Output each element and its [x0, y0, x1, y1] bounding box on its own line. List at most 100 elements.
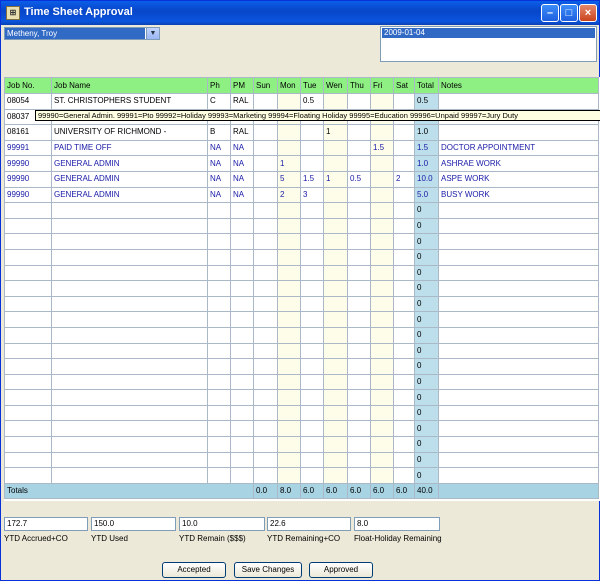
- chevron-down-icon[interactable]: ▼: [146, 28, 159, 39]
- empty-row[interactable]: 0: [4, 295, 599, 313]
- cell-ph[interactable]: [207, 404, 231, 422]
- cell-job[interactable]: 99990: [4, 170, 52, 188]
- cell-total[interactable]: 1.0: [414, 155, 439, 172]
- column-header-mon[interactable]: Mon: [277, 77, 301, 94]
- cell-thu[interactable]: [347, 248, 371, 266]
- cell-notes[interactable]: [438, 217, 599, 235]
- cell-sat[interactable]: [393, 217, 415, 235]
- cell-mon[interactable]: 5: [277, 170, 301, 188]
- cell-fri[interactable]: [370, 326, 394, 344]
- close-button[interactable]: ×: [579, 4, 597, 22]
- cell-fri[interactable]: [370, 264, 394, 282]
- cell-tue[interactable]: [300, 233, 324, 250]
- cell-fri[interactable]: [370, 233, 394, 250]
- empty-row[interactable]: 0: [4, 342, 599, 360]
- cell-ph[interactable]: [207, 264, 231, 282]
- empty-row[interactable]: 0: [4, 264, 599, 282]
- table-row[interactable]: 99990 GENERAL ADMIN NA NA 2 3 5.0 BUSY WORK: [4, 186, 599, 204]
- cell-total[interactable]: 0: [414, 233, 439, 250]
- cell-wen[interactable]: [323, 436, 348, 453]
- cell-tue[interactable]: [300, 155, 324, 172]
- cell-pm[interactable]: RAL: [230, 124, 254, 141]
- cell-name[interactable]: [51, 311, 208, 328]
- cell-job[interactable]: [4, 373, 52, 391]
- cell-thu[interactable]: [347, 420, 371, 438]
- cell-thu[interactable]: [347, 358, 371, 375]
- cell-wen[interactable]: [323, 93, 348, 110]
- cell-notes[interactable]: BUSY WORK: [438, 186, 599, 204]
- week-date-list[interactable]: 2009-01-04: [380, 26, 597, 62]
- cell-fri[interactable]: [370, 186, 394, 204]
- cell-total[interactable]: 0: [414, 389, 439, 406]
- cell-mon[interactable]: [277, 311, 301, 328]
- cell-sun[interactable]: [253, 155, 278, 172]
- cell-total[interactable]: 0: [414, 358, 439, 375]
- table-row[interactable]: 08161 UNIVERSITY OF RICHMOND - B RAL 1 1.0: [4, 124, 599, 141]
- accepted-button[interactable]: Accepted: [162, 562, 226, 578]
- cell-thu[interactable]: [347, 436, 371, 453]
- cell-notes[interactable]: [438, 389, 599, 406]
- cell-job[interactable]: [4, 264, 52, 282]
- cell-job[interactable]: [4, 420, 52, 438]
- cell-pm[interactable]: [230, 404, 254, 422]
- cell-notes[interactable]: [438, 342, 599, 360]
- cell-job[interactable]: [4, 342, 52, 360]
- cell-ph[interactable]: [207, 202, 231, 219]
- cell-job[interactable]: [4, 326, 52, 344]
- cell-fri[interactable]: [370, 248, 394, 266]
- cell-wen[interactable]: [323, 420, 348, 438]
- empty-row[interactable]: 0: [4, 233, 599, 250]
- cell-total[interactable]: 10.0: [414, 170, 439, 188]
- cell-sun[interactable]: [253, 124, 278, 141]
- cell-total[interactable]: 0: [414, 311, 439, 328]
- cell-name[interactable]: [51, 358, 208, 375]
- column-header-notes[interactable]: Notes: [438, 77, 599, 94]
- cell-job[interactable]: [4, 358, 52, 375]
- cell-ph[interactable]: [207, 420, 231, 438]
- cell-notes[interactable]: ASPE WORK: [438, 170, 599, 188]
- cell-fri[interactable]: [370, 451, 394, 469]
- cell-name[interactable]: [51, 233, 208, 250]
- cell-fri[interactable]: [370, 170, 394, 188]
- cell-tue[interactable]: [300, 124, 324, 141]
- cell-pm[interactable]: NA: [230, 155, 254, 172]
- cell-sat[interactable]: [393, 93, 415, 110]
- cell-sat[interactable]: 2: [393, 170, 415, 188]
- cell-thu[interactable]: [347, 233, 371, 250]
- cell-sun[interactable]: [253, 389, 278, 406]
- cell-fri[interactable]: [370, 311, 394, 328]
- cell-notes[interactable]: [438, 280, 599, 297]
- cell-notes[interactable]: [438, 295, 599, 313]
- cell-sat[interactable]: [393, 373, 415, 391]
- cell-fri[interactable]: [370, 295, 394, 313]
- cell-tue[interactable]: [300, 373, 324, 391]
- cell-ph[interactable]: [207, 342, 231, 360]
- empty-row[interactable]: 0: [4, 311, 599, 328]
- cell-tue[interactable]: [300, 202, 324, 219]
- cell-thu[interactable]: [347, 280, 371, 297]
- cell-tue[interactable]: [300, 139, 324, 157]
- cell-wen[interactable]: [323, 233, 348, 250]
- timesheet-grid[interactable]: Job No. Job Name Ph PM Sun Mon Tue Wen Thu Fri Sat…: [4, 77, 600, 501]
- cell-pm[interactable]: [230, 202, 254, 219]
- table-row[interactable]: 99991 PAID TIME OFF NA NA 1.5 1.5 DOCTOR APPOI…: [4, 139, 599, 157]
- cell-mon[interactable]: [277, 217, 301, 235]
- cell-name[interactable]: [51, 342, 208, 360]
- column-header-sun[interactable]: Sun: [253, 77, 278, 94]
- cell-pm[interactable]: [230, 358, 254, 375]
- cell-sat[interactable]: [393, 186, 415, 204]
- cell-total[interactable]: 1.0: [414, 124, 439, 141]
- cell-mon[interactable]: [277, 358, 301, 375]
- cell-sat[interactable]: [393, 202, 415, 219]
- cell-wen[interactable]: [323, 186, 348, 204]
- cell-ph[interactable]: NA: [207, 155, 231, 172]
- cell-fri[interactable]: [370, 155, 394, 172]
- cell-notes[interactable]: ASHRAE WORK: [438, 155, 599, 172]
- cell-sun[interactable]: [253, 93, 278, 110]
- cell-pm[interactable]: [230, 217, 254, 235]
- empty-row[interactable]: 0: [4, 326, 599, 344]
- cell-ph[interactable]: [207, 326, 231, 344]
- cell-job[interactable]: [4, 295, 52, 313]
- cell-sat[interactable]: [393, 233, 415, 250]
- cell-thu[interactable]: [347, 389, 371, 406]
